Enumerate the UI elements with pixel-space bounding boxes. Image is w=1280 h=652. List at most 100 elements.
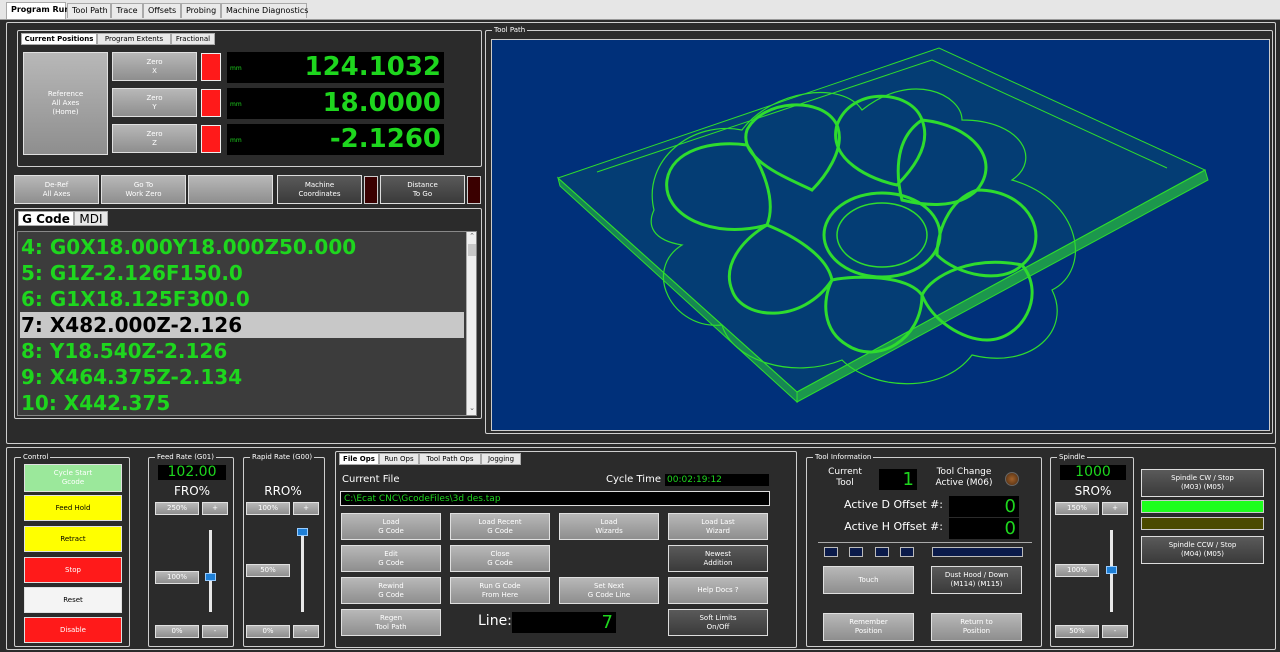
- retract-button[interactable]: Retract: [24, 526, 122, 552]
- tab-tool-path[interactable]: Tool Path: [67, 3, 111, 18]
- toolpath-render[interactable]: [492, 40, 1270, 431]
- rro-plus-button[interactable]: +: [293, 502, 319, 515]
- set-next-line-button[interactable]: Set Next G Code Line: [559, 577, 659, 604]
- tab-run-ops[interactable]: Run Ops: [379, 453, 419, 465]
- blank-button[interactable]: [188, 175, 273, 204]
- rro-100-button[interactable]: 100%: [246, 502, 290, 515]
- z-unit-label: mm: [230, 137, 242, 144]
- sro-minus-button[interactable]: -: [1102, 625, 1128, 638]
- gcode-scrollbar[interactable]: ⌃ ⌄: [466, 232, 476, 415]
- tool-change-label: Tool Change Active (M06): [935, 467, 993, 488]
- cycle-time-value: 00:02:19:12: [665, 474, 769, 486]
- reference-all-axes-button[interactable]: Reference All Axes (Home): [23, 52, 108, 155]
- spindle-ccw-button[interactable]: Spindle CCW / Stop (M04) (M05): [1141, 536, 1264, 564]
- tab-probing[interactable]: Probing: [181, 3, 221, 18]
- y-position-value: 18.0000: [322, 88, 441, 118]
- distance-to-go-button[interactable]: Distance To Go: [380, 175, 465, 204]
- rro-50-button[interactable]: 50%: [246, 564, 290, 577]
- rro-slider-track[interactable]: [301, 530, 304, 612]
- status-indicator: [875, 547, 889, 557]
- gcode-line[interactable]: 8: Y18.540Z-2.126: [20, 338, 464, 364]
- rro-0-button[interactable]: 0%: [246, 625, 290, 638]
- main-tab-bar: Program Run Tool Path Trace Offsets Prob…: [0, 0, 1280, 20]
- spindle-ccw-led: [1141, 517, 1264, 530]
- sro-150-button[interactable]: 150%: [1055, 502, 1099, 515]
- goto-work-zero-button[interactable]: Go To Work Zero: [101, 175, 186, 204]
- tab-program-extents[interactable]: Program Extents: [97, 33, 171, 45]
- sro-plus-button[interactable]: +: [1102, 502, 1128, 515]
- deref-all-axes-button[interactable]: De-Ref All Axes: [14, 175, 99, 204]
- machine-coordinates-button[interactable]: Machine Coordinates: [277, 175, 362, 204]
- zero-z-button[interactable]: Zero Z: [112, 124, 197, 153]
- d-offset-display: 0: [949, 496, 1019, 517]
- tab-trace[interactable]: Trace: [111, 3, 143, 18]
- distance-to-go-led: [467, 176, 481, 204]
- regen-toolpath-button[interactable]: Regen Tool Path: [341, 609, 441, 636]
- stop-button[interactable]: Stop: [24, 557, 122, 583]
- tab-offsets[interactable]: Offsets: [143, 3, 181, 18]
- load-wizards-button[interactable]: Load Wizards: [559, 513, 659, 540]
- soft-limits-button[interactable]: Soft Limits On/Off: [668, 609, 768, 636]
- load-gcode-button[interactable]: Load G Code: [341, 513, 441, 540]
- status-indicator: [849, 547, 863, 557]
- dust-hood-button[interactable]: Dust Hood / Down (M114) (M115): [931, 566, 1022, 594]
- tab-program-run[interactable]: Program Run: [6, 2, 70, 19]
- fro-slider-track[interactable]: [209, 530, 212, 612]
- zero-y-button[interactable]: Zero Y: [112, 88, 197, 117]
- tab-machine-diagnostics[interactable]: Machine Diagnostics: [221, 3, 308, 18]
- newest-addition-button[interactable]: Newest Addition: [668, 545, 768, 572]
- load-recent-button[interactable]: Load Recent G Code: [450, 513, 550, 540]
- spindle-cw-button[interactable]: Spindle CW / Stop (M03) (M05): [1141, 469, 1264, 497]
- toolpath-viewport[interactable]: [491, 39, 1270, 431]
- y-position-display: mm 18.0000: [227, 88, 444, 119]
- tab-tool-path-ops[interactable]: Tool Path Ops: [419, 453, 481, 465]
- line-label: Line:: [478, 613, 512, 629]
- fro-250-button[interactable]: 250%: [155, 502, 199, 515]
- line-number-display: 7: [512, 612, 616, 633]
- sro-50-button[interactable]: 50%: [1055, 625, 1099, 638]
- fro-slider-thumb[interactable]: [205, 572, 216, 581]
- load-last-wizard-button[interactable]: Load Last Wizard: [668, 513, 768, 540]
- fro-minus-button[interactable]: -: [202, 625, 228, 638]
- zero-x-button[interactable]: Zero X: [112, 52, 197, 81]
- edit-gcode-button[interactable]: Edit G Code: [341, 545, 441, 572]
- scroll-thumb[interactable]: [468, 244, 476, 256]
- tab-mdi[interactable]: MDI: [74, 211, 108, 226]
- rewind-gcode-button[interactable]: Rewind G Code: [341, 577, 441, 604]
- reset-button[interactable]: Reset: [24, 587, 122, 613]
- sro-slider-thumb[interactable]: [1106, 566, 1117, 574]
- tab-fractional[interactable]: Fractional: [171, 33, 215, 45]
- run-from-here-button[interactable]: Run G Code From Here: [450, 577, 550, 604]
- fro-100-button[interactable]: 100%: [155, 571, 199, 584]
- h-offset-label: Active H Offset #:: [844, 520, 943, 533]
- touch-button[interactable]: Touch: [823, 566, 914, 594]
- sro-100-button[interactable]: 100%: [1055, 564, 1099, 577]
- gcode-list[interactable]: 4: G0X18.000Y18.000Z50.000 5: G1Z-2.126F…: [17, 231, 477, 416]
- fro-0-button[interactable]: 0%: [155, 625, 199, 638]
- rro-minus-button[interactable]: -: [293, 625, 319, 638]
- rro-slider-thumb[interactable]: [297, 528, 308, 536]
- gcode-line[interactable]: 4: G0X18.000Y18.000Z50.000: [20, 234, 464, 260]
- fro-plus-button[interactable]: +: [202, 502, 228, 515]
- close-gcode-button[interactable]: Close G Code: [450, 545, 550, 572]
- tab-file-ops[interactable]: File Ops: [339, 453, 379, 465]
- feed-hold-button[interactable]: Feed Hold: [24, 495, 122, 521]
- tab-jogging[interactable]: Jogging: [481, 453, 521, 465]
- gcode-line[interactable]: 5: G1Z-2.126F150.0: [20, 260, 464, 286]
- tab-current-positions[interactable]: Current Positions: [21, 33, 97, 45]
- cycle-start-button[interactable]: Cycle Start Gcode: [24, 464, 122, 492]
- remember-position-button[interactable]: Remember Position: [823, 613, 914, 641]
- chevron-down-icon[interactable]: ⌄: [467, 404, 476, 414]
- chevron-up-icon[interactable]: ⌃: [467, 232, 476, 242]
- gcode-line[interactable]: 10: X442.375: [20, 390, 464, 415]
- help-docs-button[interactable]: Help Docs ?: [668, 577, 768, 604]
- return-to-position-button[interactable]: Return to Position: [931, 613, 1022, 641]
- disable-button[interactable]: Disable: [24, 617, 122, 643]
- gcode-line[interactable]: 6: G1X18.125F300.0: [20, 286, 464, 312]
- gcode-line[interactable]: 9: X464.375Z-2.134: [20, 364, 464, 390]
- tab-gcode[interactable]: G Code: [18, 211, 74, 226]
- x-unit-label: mm: [230, 65, 242, 72]
- gcode-current-line[interactable]: 7: X482.000Z-2.126: [20, 312, 464, 338]
- x-position-display: mm 124.1032: [227, 52, 444, 83]
- tool-change-led: [1005, 472, 1019, 486]
